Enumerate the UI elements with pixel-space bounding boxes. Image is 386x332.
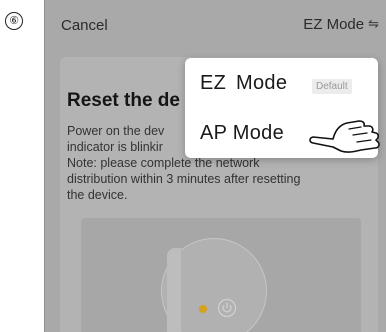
card-title: Reset the de [67,90,180,111]
phone-screen: Cancel EZ Mode ⇋ Reset the de Power on t… [44,0,386,332]
step-number-marker: ⑥ [5,12,23,30]
menu-item-label: AP Mode [200,122,285,144]
power-icon [217,298,237,318]
top-bar: Cancel EZ Mode ⇋ [45,0,386,50]
swap-icon: ⇋ [368,17,379,32]
menu-item-ez-mode[interactable]: EZ Mode Default [185,58,378,108]
description-line: distribution within 3 minutes after rese… [67,172,301,186]
menu-item-label: EZ Mode [200,72,288,94]
mode-switch-button[interactable]: EZ Mode ⇋ [303,16,379,33]
menu-item-ap-mode[interactable]: AP Mode [185,108,378,158]
description-line: the device. [67,188,128,202]
device-illustration [81,218,361,332]
indicator-led [199,305,207,313]
mode-dropdown-menu: EZ Mode Default AP Mode [185,58,378,158]
default-badge: Default [312,79,352,94]
device-plug [167,248,181,332]
mode-switch-label: EZ Mode [303,16,365,33]
cancel-button[interactable]: Cancel [61,17,108,34]
